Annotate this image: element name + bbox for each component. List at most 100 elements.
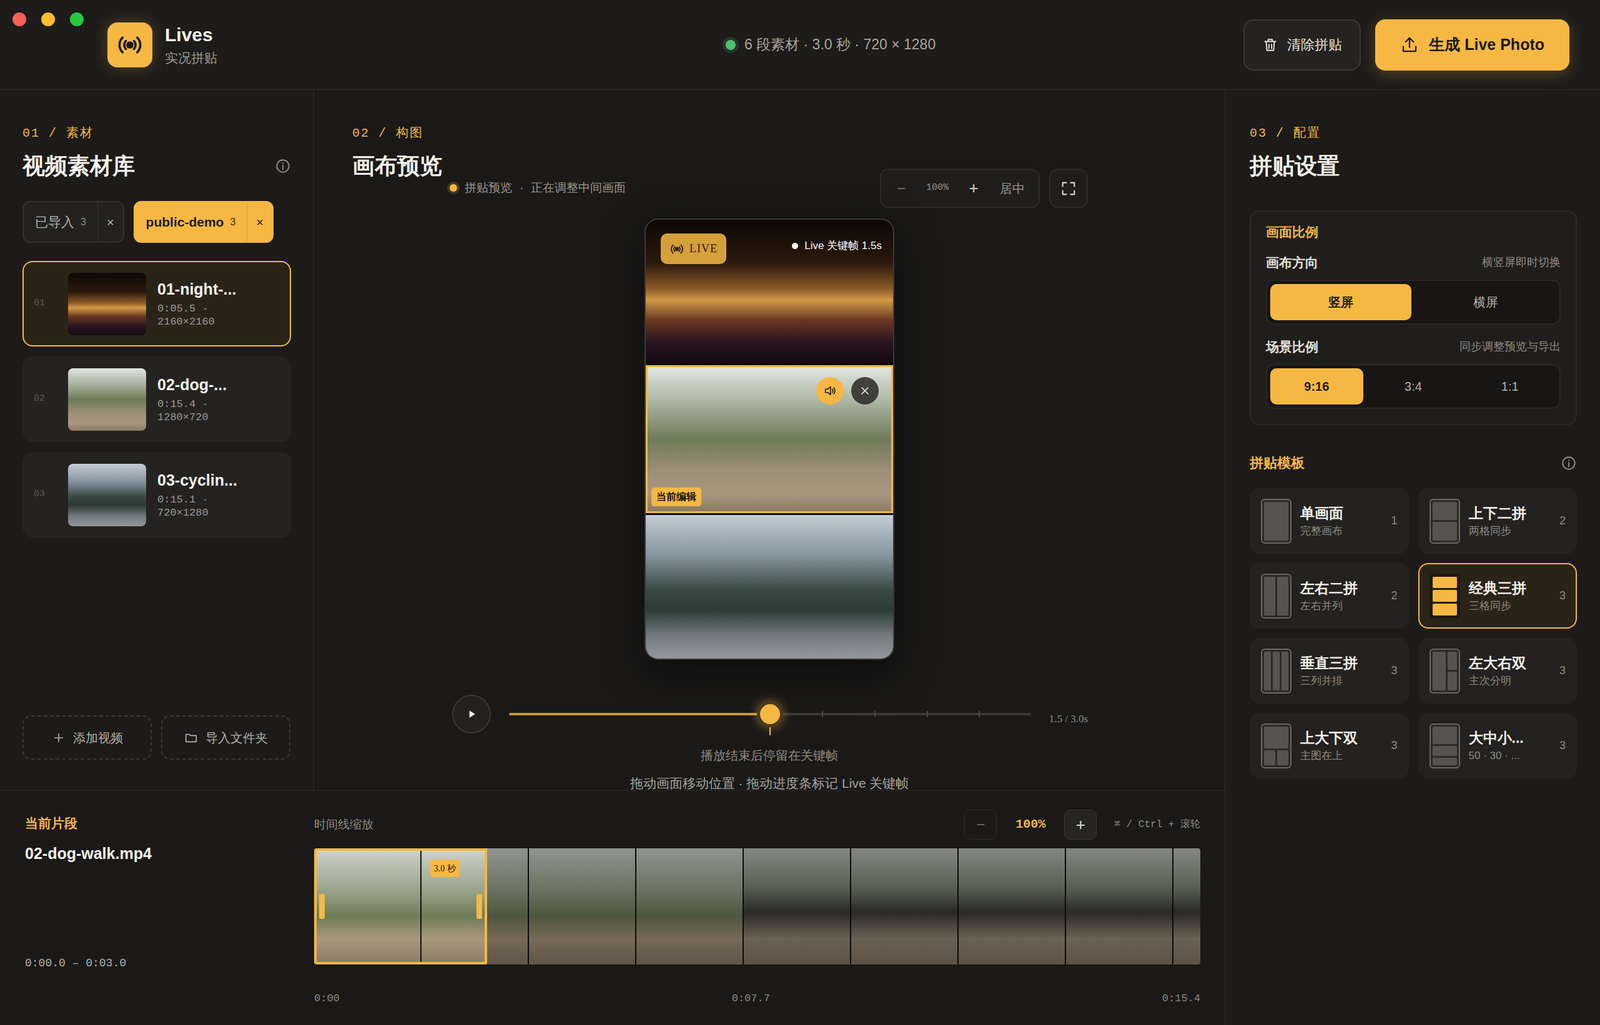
template-desc: 左右并列 — [1300, 599, 1383, 614]
minimize-window-button[interactable] — [41, 12, 55, 27]
layout-icon — [1429, 648, 1461, 694]
template-card[interactable]: 上大下双主图在上3 — [1249, 713, 1409, 779]
template-card[interactable]: 经典三拼三格同步3 — [1418, 563, 1578, 629]
zoom-window-button[interactable] — [69, 12, 84, 27]
unselected-shade — [487, 848, 1201, 965]
slider-tick — [821, 711, 824, 718]
app-subtitle: 实况拼贴 — [164, 50, 218, 66]
video-duration: 0:15.1 · — [157, 493, 238, 507]
plus-glyph: + — [1076, 813, 1086, 838]
template-desc: 两格同步 — [1468, 524, 1551, 539]
template-card[interactable]: 左大右双主次分明3 — [1418, 638, 1578, 704]
layout-cell — [1264, 750, 1276, 766]
video-list: 01 01-night-...0:05.5 ·2160×2160 0202-dog-… — [22, 261, 292, 538]
canvas-preview[interactable]: 当前编辑 LIVE Live 关键帧 1.5s — [644, 218, 895, 661]
center-button[interactable]: 居中 — [991, 173, 1034, 204]
layout-cell — [1432, 603, 1457, 616]
chip-remove-button[interactable]: × — [97, 202, 124, 242]
app-header: Lives 实况拼贴 6 段素材 · 3.0 秒 · 720 × 1280 清除拼贴 生… — [0, 0, 1600, 90]
segment-option[interactable]: 横屏 — [1415, 284, 1557, 321]
clip-file: 02-dog-walk.mp4 — [24, 842, 315, 867]
collage-pane[interactable] — [645, 515, 894, 659]
zoom-in-button[interactable]: + — [958, 173, 989, 204]
timeline-zoom-in-button[interactable]: + — [1064, 809, 1097, 840]
folder-icon — [184, 731, 198, 746]
play-button[interactable] — [452, 695, 491, 734]
trim-handle-start[interactable] — [319, 894, 325, 920]
panel-title: 画布预览 — [352, 153, 443, 179]
setting-hint: 横竖屏即时切换 — [1481, 254, 1561, 272]
badge-label: LIVE — [689, 240, 718, 258]
segment-option[interactable]: 1:1 — [1463, 368, 1557, 405]
close-window-button[interactable] — [12, 12, 27, 27]
fullscreen-icon — [1059, 179, 1078, 198]
template-count: 1 — [1390, 512, 1398, 530]
layout-group — [1264, 750, 1289, 766]
template-card[interactable]: 左右二拼左右并列2 — [1249, 563, 1409, 629]
segment-option[interactable]: 竖屏 — [1270, 284, 1412, 321]
layout-group — [1447, 651, 1457, 691]
segment-option[interactable]: 9:16 — [1270, 368, 1364, 405]
video-card[interactable]: 0303-cyclin...0:15.1 ·720×1280 — [22, 452, 292, 538]
video-info: 01-night-...0:05.5 ·2160×2160 — [157, 279, 237, 329]
clear-collage-button[interactable]: 清除拼贴 — [1243, 19, 1361, 71]
button-label: 清除拼贴 — [1287, 34, 1343, 55]
aspect-ratio-card: 画面比例画布方向横竖屏即时切换竖屏横屏场景比例同步调整预览与导出9:163:41… — [1249, 210, 1577, 426]
collage-pane[interactable]: 当前编辑 — [645, 365, 894, 513]
template-card[interactable]: 大中小...50 · 30 · ...3 — [1418, 713, 1578, 779]
source-chip[interactable]: 已导入3× — [22, 201, 125, 243]
panel-title: 视频素材库 — [22, 152, 135, 180]
template-desc: 主图在上 — [1300, 749, 1383, 764]
option-label: 1:1 — [1501, 377, 1519, 396]
remove-pane-button[interactable] — [851, 377, 879, 405]
import-folder-button[interactable]: 导入文件夹 — [161, 715, 291, 761]
timeline-zoom-out-button[interactable]: − — [964, 809, 997, 840]
keyframe-slider[interactable] — [508, 700, 1032, 729]
segment-option[interactable]: 3:4 — [1367, 368, 1461, 405]
template-card[interactable]: 单画面完整画布1 — [1249, 488, 1409, 554]
video-index: 01 — [33, 296, 57, 312]
plus-icon — [51, 731, 66, 746]
zoom-out-button[interactable]: − — [886, 173, 917, 204]
axis-label: 0:00 — [314, 991, 340, 1008]
generate-live-photo-button[interactable]: 生成 Live Photo — [1375, 19, 1570, 71]
keyframe-text: Live 关键帧 1.5s — [804, 237, 882, 255]
slider-knob[interactable] — [756, 701, 784, 728]
play-icon — [465, 708, 478, 721]
video-info: 03-cyclin...0:15.1 ·720×1280 — [157, 470, 238, 520]
chip-body[interactable]: public-demo3 — [134, 202, 248, 242]
minus-glyph: − — [896, 177, 906, 200]
template-card[interactable]: 上下二拼两格同步2 — [1418, 488, 1578, 554]
setting-label: 场景比例 — [1265, 339, 1319, 356]
trim-handle-end[interactable] — [476, 894, 483, 920]
template-name: 垂直三拼 — [1300, 654, 1383, 672]
video-card[interactable]: 01 01-night-...0:05.5 ·2160×2160 — [22, 261, 292, 347]
filmstrip[interactable]: 3.0 秒 — [314, 848, 1201, 965]
template-card[interactable]: 垂直三拼三列并排3 — [1249, 638, 1409, 704]
template-count: 3 — [1559, 587, 1566, 605]
status-summary: 6 段素材 · 3.0 秒 · 720 × 1280 — [725, 33, 936, 56]
app-name: Lives — [164, 24, 218, 46]
layout-icon — [1260, 498, 1292, 544]
chip-label: public-demo — [146, 212, 225, 233]
video-card[interactable]: 0202-dog-...0:15.4 ·1280×720 — [22, 356, 292, 443]
fullscreen-button[interactable] — [1049, 168, 1088, 208]
canvas-tools: −100%+居中 — [879, 168, 1088, 208]
info-icon — [1560, 455, 1577, 472]
video-thumbnail — [68, 368, 147, 431]
template-name: 单画面 — [1300, 504, 1383, 523]
layout-icon — [1429, 573, 1461, 619]
header-left: Lives 实况拼贴 — [0, 0, 726, 90]
badge-label: 3.0 秒 — [434, 864, 456, 874]
mute-button[interactable] — [816, 377, 844, 405]
layout-icon — [1260, 648, 1292, 694]
chip-body[interactable]: 已导入3 — [23, 202, 98, 242]
speaker-icon — [823, 384, 837, 398]
clip-selection[interactable]: 3.0 秒 — [314, 848, 488, 965]
source-chip[interactable]: public-demo3× — [133, 201, 274, 243]
layout-cell — [1432, 590, 1457, 603]
layout-cell — [1277, 577, 1289, 616]
template-info: 左右二拼左右并列 — [1300, 579, 1383, 614]
chip-remove-button[interactable]: × — [246, 202, 273, 242]
add-video-button[interactable]: 添加视频 — [22, 715, 152, 761]
